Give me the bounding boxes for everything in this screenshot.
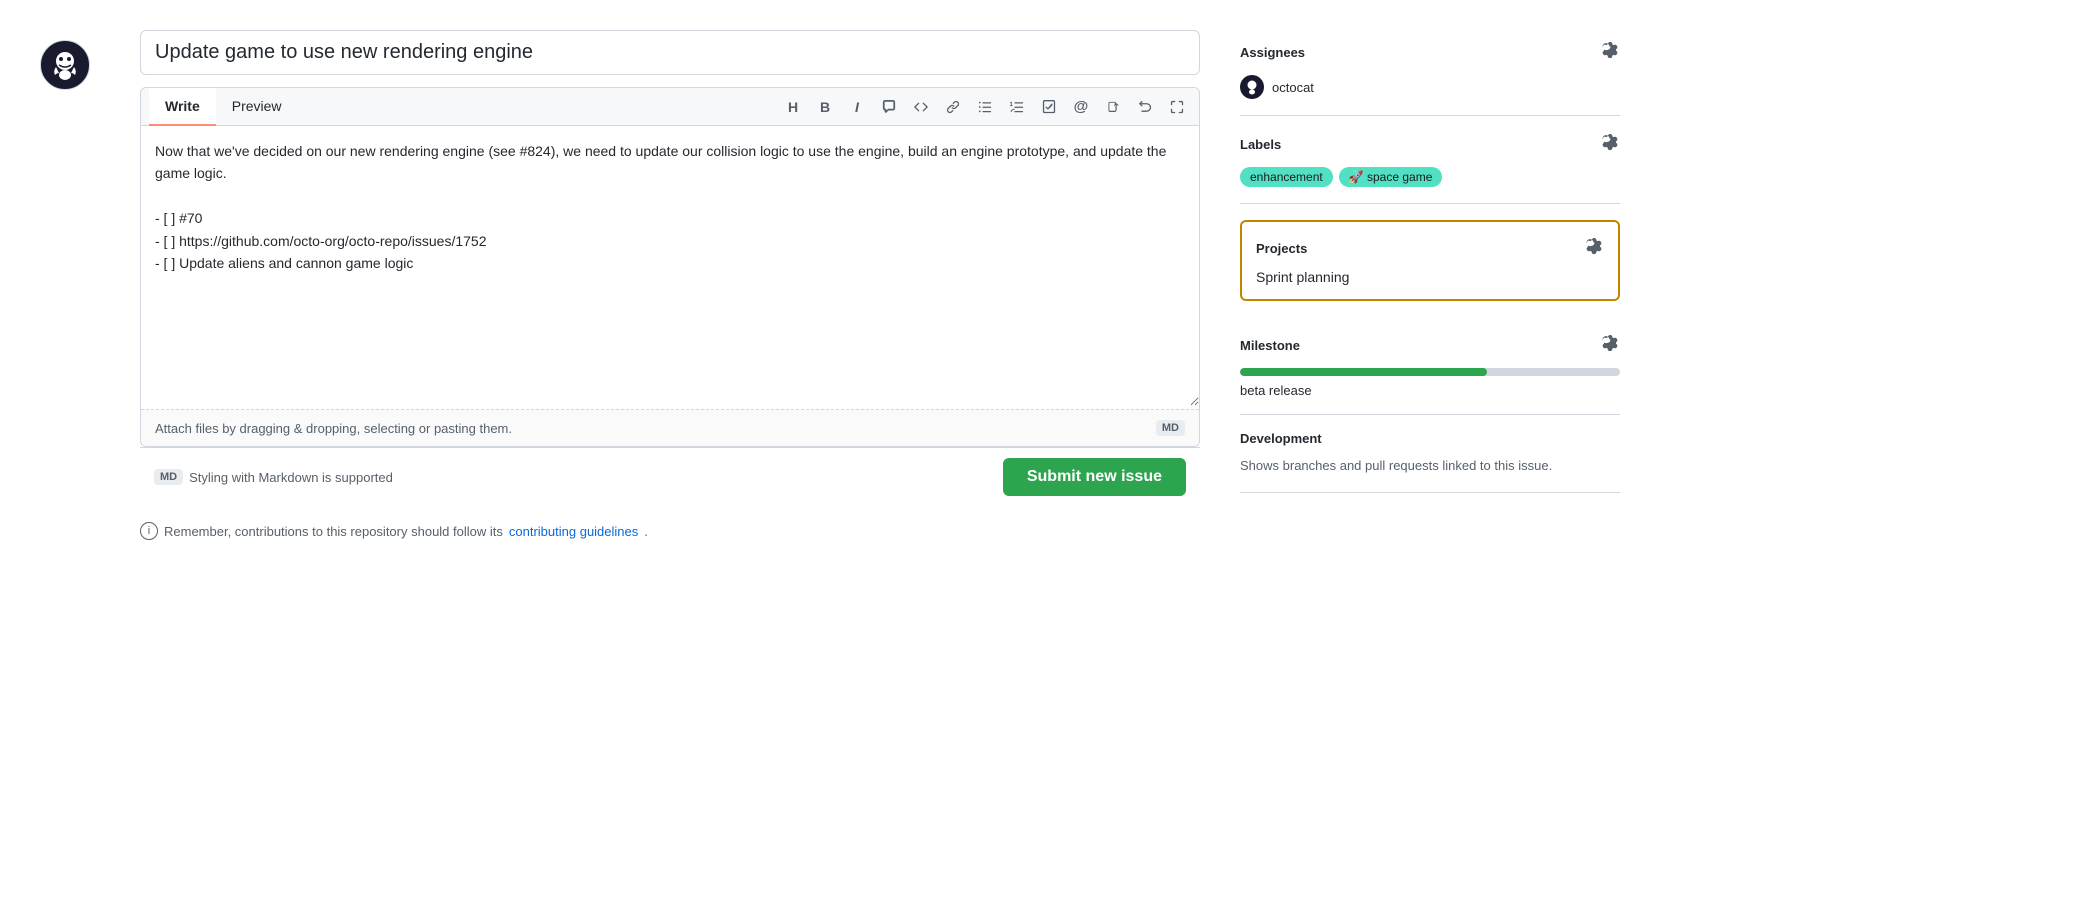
toolbar-ordered-list-btn[interactable] [1003,93,1031,121]
assignee-avatar [1240,75,1264,99]
labels-row: enhancement 🚀 space game [1240,167,1620,187]
sidebar-assignees-section: Assignees octocat [1240,40,1620,116]
labels-title: Labels [1240,137,1281,152]
tab-preview[interactable]: Preview [216,88,298,126]
assignees-header: Assignees [1240,40,1620,65]
assignee-row: octocat [1240,75,1620,99]
toolbar-heading-btn[interactable]: H [779,93,807,121]
issue-body-textarea[interactable]: Now that we've decided on our new render… [141,126,1199,406]
toolbar-undo-btn[interactable] [1131,93,1159,121]
issue-title-input[interactable] [140,30,1200,75]
toolbar-fullscreen-btn[interactable] [1163,93,1191,121]
attach-md-badge: MD [1156,420,1185,436]
label-enhancement: enhancement [1240,167,1333,187]
projects-header: Projects [1256,236,1604,261]
toolbar-bold-btn[interactable]: B [811,93,839,121]
development-header: Development [1240,431,1620,446]
assignee-name: octocat [1272,80,1314,95]
footer-note: i Remember, contributions to this reposi… [140,522,1200,540]
label-spacegame: 🚀 space game [1339,167,1443,187]
milestone-header: Milestone [1240,333,1620,358]
toolbar-quote-btn[interactable] [875,93,903,121]
toolbar-italic-btn[interactable]: I [843,93,871,121]
labels-gear-button[interactable] [1600,132,1620,157]
editor-footer: MD Styling with Markdown is supported Su… [140,447,1200,506]
user-avatar-column [40,30,100,870]
projects-gear-button[interactable] [1584,236,1604,261]
milestone-progress-bar-fill [1240,368,1487,376]
toolbar-icons: H B I [779,89,1191,125]
toolbar-code-btn[interactable] [907,93,935,121]
contributing-guidelines-link[interactable]: contributing guidelines [509,524,638,539]
sidebar-projects-section: Projects Sprint planning [1240,220,1620,301]
sidebar-labels-section: Labels enhancement 🚀 space game [1240,116,1620,204]
submit-issue-button[interactable]: Submit new issue [1003,458,1186,496]
labels-header: Labels [1240,132,1620,157]
md-support-text: MD Styling with Markdown is supported [154,469,393,485]
milestone-gear-button[interactable] [1600,333,1620,358]
sidebar: Assignees octocat Labels [1240,30,1620,870]
toolbar-link-btn[interactable] [939,93,967,121]
sidebar-milestone-section: Milestone beta release [1240,317,1620,415]
attach-text: Attach files by dragging & dropping, sel… [155,421,512,436]
development-title: Development [1240,431,1322,446]
assignees-gear-button[interactable] [1600,40,1620,65]
toolbar-mention-btn[interactable]: @ [1067,93,1095,121]
project-item: Sprint planning [1256,269,1604,285]
md-badge-footer: MD [154,469,183,485]
assignees-title: Assignees [1240,45,1305,60]
toolbar-unordered-list-btn[interactable] [971,93,999,121]
milestone-progress-bar-bg [1240,368,1620,376]
editor-tabs-toolbar: Write Preview H B I [141,88,1199,126]
toolbar-task-list-btn[interactable] [1035,93,1063,121]
main-editor-area: Write Preview H B I [140,30,1200,870]
avatar [40,40,90,90]
milestone-name: beta release [1240,383,1312,398]
toolbar-crossref-btn[interactable] [1099,93,1127,121]
milestone-title: Milestone [1240,338,1300,353]
editor-box: Write Preview H B I [140,87,1200,447]
attach-area: Attach files by dragging & dropping, sel… [141,409,1199,446]
tab-write[interactable]: Write [149,88,216,126]
projects-title: Projects [1256,241,1307,256]
info-icon: i [140,522,158,540]
sidebar-development-section: Development Shows branches and pull requ… [1240,415,1620,493]
development-text: Shows branches and pull requests linked … [1240,456,1620,476]
